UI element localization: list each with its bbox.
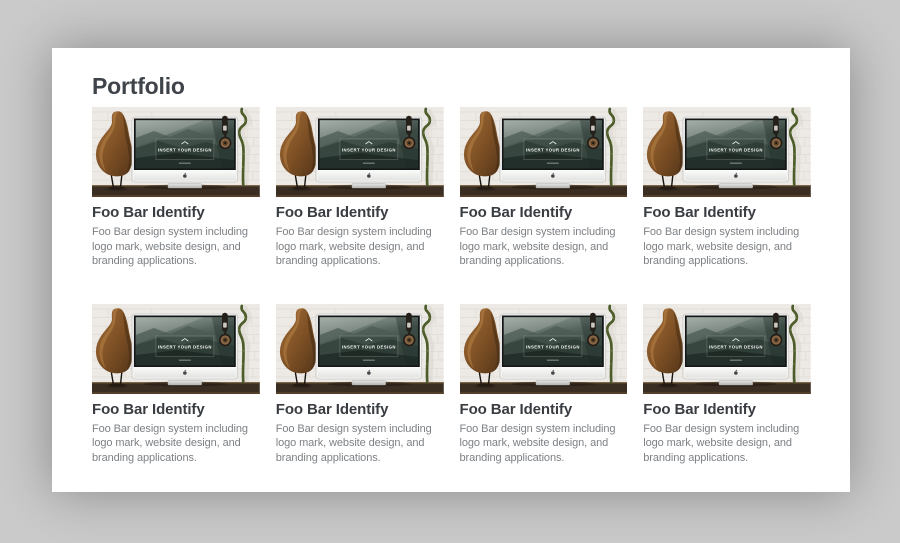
page-title: Portfolio [92,72,811,100]
portfolio-item[interactable]: Foo Bar Identify Foo Bar design system i… [643,304,811,466]
portfolio-item[interactable]: Foo Bar Identify Foo Bar design system i… [460,304,628,466]
imac-desk-mockup-thumbnail[interactable] [92,304,260,394]
portfolio-item[interactable]: Foo Bar Identify Foo Bar design system i… [92,304,260,466]
portfolio-item-title: Foo Bar Identify [460,401,628,418]
portfolio-item[interactable]: Foo Bar Identify Foo Bar design system i… [92,107,260,269]
portfolio-item-description: Foo Bar design system including logo mar… [643,225,811,269]
portfolio-item-description: Foo Bar design system including logo mar… [276,225,444,269]
imac-desk-mockup-thumbnail[interactable] [276,304,444,394]
portfolio-item[interactable]: Foo Bar Identify Foo Bar design system i… [643,107,811,269]
portfolio-item-description: Foo Bar design system including logo mar… [460,225,628,269]
imac-desk-mockup-thumbnail[interactable] [643,107,811,197]
portfolio-item-title: Foo Bar Identify [92,401,260,418]
imac-desk-mockup-thumbnail[interactable] [276,107,444,197]
portfolio-item-title: Foo Bar Identify [460,204,628,221]
page-background: { "window": { "background_color": "#caca… [0,0,900,543]
imac-desk-mockup-thumbnail[interactable] [643,304,811,394]
portfolio-item-description: Foo Bar design system including logo mar… [460,422,628,466]
portfolio-grid: Foo Bar Identify Foo Bar design system i… [92,107,811,465]
imac-desk-mockup-thumbnail[interactable] [460,304,628,394]
portfolio-item-title: Foo Bar Identify [643,204,811,221]
portfolio-item[interactable]: Foo Bar Identify Foo Bar design system i… [276,304,444,466]
portfolio-item-description: Foo Bar design system including logo mar… [643,422,811,466]
imac-desk-mockup-thumbnail[interactable] [460,107,628,197]
imac-desk-mockup-thumbnail[interactable] [92,107,260,197]
portfolio-item-description: Foo Bar design system including logo mar… [92,422,260,466]
portfolio-item-title: Foo Bar Identify [643,401,811,418]
portfolio-item-title: Foo Bar Identify [276,204,444,221]
portfolio-item[interactable]: Foo Bar Identify Foo Bar design system i… [276,107,444,269]
portfolio-item[interactable]: Foo Bar Identify Foo Bar design system i… [460,107,628,269]
portfolio-card: Portfolio Foo Bar Identify Foo Bar desig… [52,48,850,492]
portfolio-item-description: Foo Bar design system including logo mar… [276,422,444,466]
portfolio-item-title: Foo Bar Identify [276,401,444,418]
portfolio-item-description: Foo Bar design system including logo mar… [92,225,260,269]
portfolio-item-title: Foo Bar Identify [92,204,260,221]
